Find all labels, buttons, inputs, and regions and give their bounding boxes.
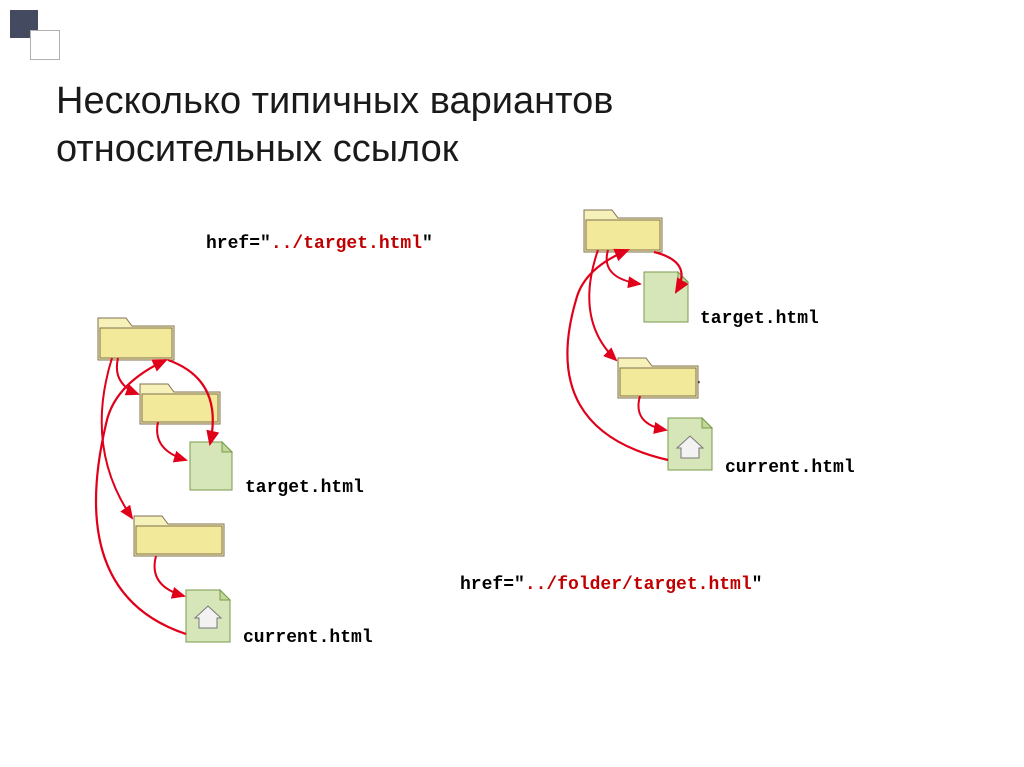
folder-icon <box>134 516 224 556</box>
arrow <box>117 358 138 394</box>
arrow <box>155 556 184 596</box>
arrow <box>607 250 640 284</box>
file-home-icon <box>186 590 230 642</box>
arrow <box>157 422 186 460</box>
file-home-icon <box>668 418 712 470</box>
folder-icon <box>584 210 662 252</box>
arrow <box>638 396 666 430</box>
folder-icon <box>618 358 698 398</box>
arrow <box>102 358 132 518</box>
folder-icon <box>98 318 174 360</box>
file-icon <box>190 442 232 490</box>
arrow <box>589 250 616 360</box>
diagram-svg <box>0 0 1024 767</box>
folder-icon <box>140 384 220 424</box>
